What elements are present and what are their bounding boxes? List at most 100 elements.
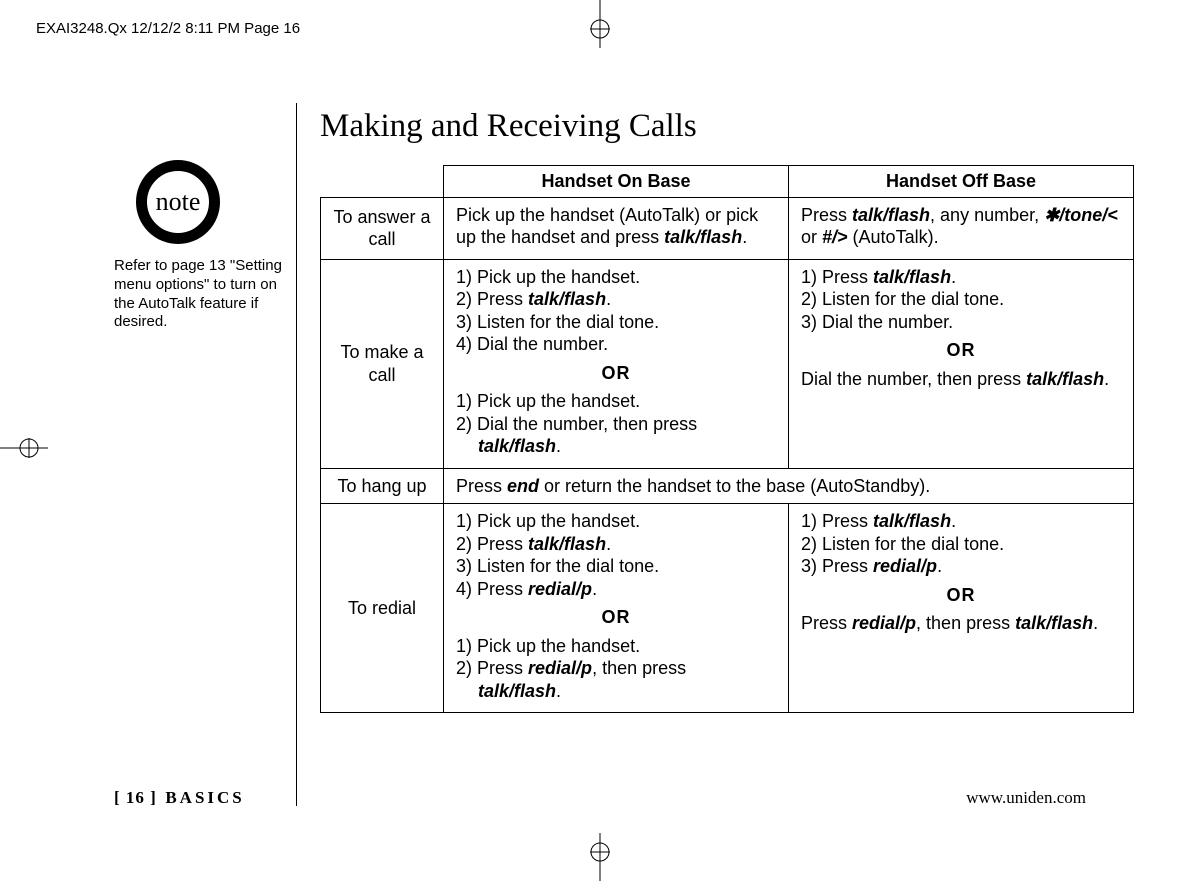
step-cont: talk/flash.: [456, 435, 776, 458]
key: talk/flash: [852, 205, 930, 225]
note-label: note: [156, 187, 201, 217]
footer-url: www.uniden.com: [966, 788, 1086, 808]
text: .: [606, 289, 611, 309]
step: 3) Press redial/p.: [801, 555, 1121, 578]
text: .: [937, 556, 942, 576]
step: 1) Press talk/flash.: [801, 266, 1121, 289]
text: 2) Press: [456, 289, 528, 309]
step: 1) Pick up the handset.: [456, 635, 776, 658]
row-answer: To answer a call Pick up the handset (Au…: [321, 197, 1134, 259]
bracket: ]: [150, 788, 157, 807]
text: 2) Press: [456, 658, 528, 678]
print-slug: EXAI3248.Qx 12/12/2 8:11 PM Page 16: [36, 20, 300, 37]
text: , then press: [592, 658, 686, 678]
or-divider: OR: [456, 362, 776, 385]
text: .: [592, 579, 597, 599]
bracket: [: [114, 788, 121, 807]
step: 2) Listen for the dial tone.: [801, 533, 1121, 556]
text: Dial the number, then press: [801, 369, 1026, 389]
text: .: [556, 681, 561, 701]
cell-answer-off: Press talk/flash, any number, ✱/tone/< o…: [789, 197, 1134, 259]
step-cont: talk/flash.: [456, 680, 776, 703]
text: (AutoTalk).: [848, 227, 939, 247]
row-label-answer: To answer a call: [321, 197, 444, 259]
step: 3) Listen for the dial tone.: [456, 311, 776, 334]
step: 1) Press talk/flash.: [801, 510, 1121, 533]
key: redial/p: [528, 658, 592, 678]
footer-left: [ 16 ] BASICS: [114, 788, 245, 808]
key: talk/flash: [528, 289, 606, 309]
or-divider: OR: [801, 339, 1121, 362]
key: talk/flash: [1015, 613, 1093, 633]
text: .: [556, 436, 561, 456]
registration-mark-top-icon: [580, 0, 620, 48]
text: .: [1093, 613, 1098, 633]
empty-header: [321, 166, 444, 198]
step: 3) Listen for the dial tone.: [456, 555, 776, 578]
or-divider: OR: [801, 584, 1121, 607]
instructions-table: Handset On Base Handset Off Base To answ…: [320, 165, 1134, 713]
cell-answer-on: Pick up the handset (AutoTalk) or pick u…: [444, 197, 789, 259]
key: talk/flash: [478, 681, 556, 701]
key: talk/flash: [528, 534, 606, 554]
page-footer: [ 16 ] BASICS www.uniden.com: [114, 788, 1086, 808]
key: redial/p: [528, 579, 592, 599]
key: talk/flash: [478, 436, 556, 456]
page-title: Making and Receiving Calls: [320, 108, 697, 145]
step: 1) Pick up the handset.: [456, 390, 776, 413]
col-header-on-base: Handset On Base: [444, 166, 789, 198]
row-redial: To redial 1) Pick up the handset. 2) Pre…: [321, 504, 1134, 713]
step: 1) Pick up the handset.: [456, 266, 776, 289]
cell-make-off: 1) Press talk/flash. 2) Listen for the d…: [789, 259, 1134, 468]
vertical-divider: [296, 103, 297, 806]
step: 4) Dial the number.: [456, 333, 776, 356]
key: talk/flash: [873, 511, 951, 531]
key: #/>: [822, 227, 848, 247]
cell-redial-on: 1) Pick up the handset. 2) Press talk/fl…: [444, 504, 789, 713]
text: , any number,: [930, 205, 1044, 225]
text: or: [801, 227, 822, 247]
cell-make-on: 1) Pick up the handset. 2) Press talk/fl…: [444, 259, 789, 468]
note-icon: note: [136, 160, 220, 244]
text: or return the handset to the base (AutoS…: [539, 476, 930, 496]
step: 3) Dial the number.: [801, 311, 1121, 334]
text: 2) Press: [456, 534, 528, 554]
key: redial/p: [873, 556, 937, 576]
text: Press: [801, 613, 852, 633]
text: , then press: [916, 613, 1015, 633]
key: talk/flash: [664, 227, 742, 247]
text: 1) Press: [801, 511, 873, 531]
row-hang: To hang up Press end or return the hands…: [321, 468, 1134, 504]
col-header-off-base: Handset Off Base: [789, 166, 1134, 198]
cell-hang: Press end or return the handset to the b…: [444, 468, 1134, 504]
step: 4) Press redial/p.: [456, 578, 776, 601]
step: 2) Press redial/p, then press: [456, 657, 776, 680]
key: end: [507, 476, 539, 496]
or-divider: OR: [456, 606, 776, 629]
text: .: [951, 267, 956, 287]
key: ✱/tone/<: [1044, 205, 1118, 225]
row-label-redial: To redial: [321, 504, 444, 713]
cell-redial-off: 1) Press talk/flash. 2) Listen for the d…: [789, 504, 1134, 713]
step: 2) Listen for the dial tone.: [801, 288, 1121, 311]
text: 1) Press: [801, 267, 873, 287]
text: .: [1104, 369, 1109, 389]
note-text: Refer to page 13 "Setting menu options" …: [114, 257, 289, 332]
step: 2) Dial the number, then press: [456, 413, 776, 436]
key: talk/flash: [1026, 369, 1104, 389]
step: 1) Pick up the handset.: [456, 510, 776, 533]
row-make: To make a call 1) Pick up the handset. 2…: [321, 259, 1134, 468]
step: Dial the number, then press talk/flash.: [801, 368, 1121, 391]
row-label-hang: To hang up: [321, 468, 444, 504]
text: Press: [456, 476, 507, 496]
step: Press redial/p, then press talk/flash.: [801, 612, 1121, 635]
text: Press: [801, 205, 852, 225]
step: 2) Press talk/flash.: [456, 288, 776, 311]
page-number: 16: [126, 788, 145, 807]
key: redial/p: [852, 613, 916, 633]
text: .: [951, 511, 956, 531]
text: 4) Press: [456, 579, 528, 599]
registration-mark-bottom-icon: [580, 833, 620, 881]
step: 2) Press talk/flash.: [456, 533, 776, 556]
registration-mark-left-icon: [0, 428, 48, 468]
